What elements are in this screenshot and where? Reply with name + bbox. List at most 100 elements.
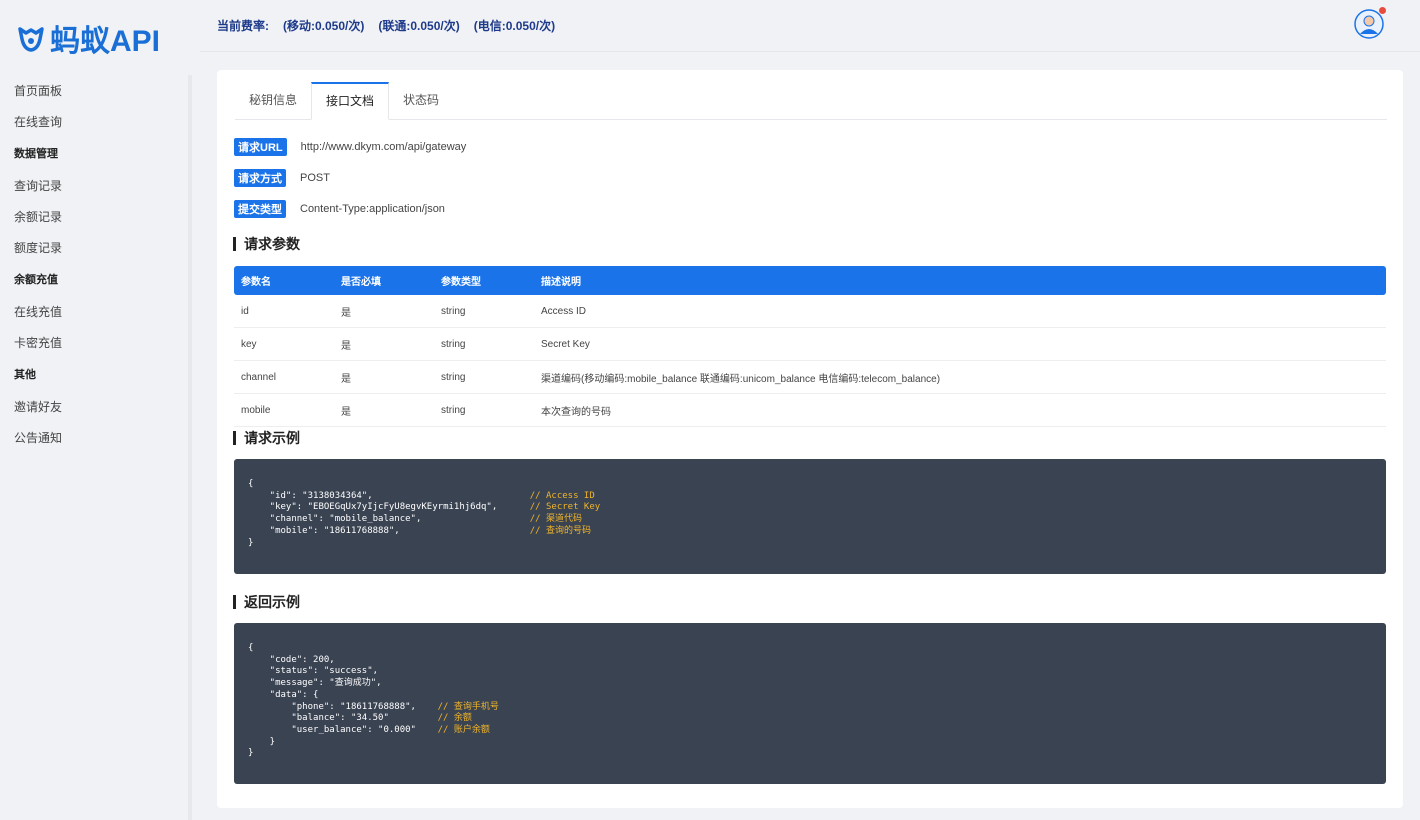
col-description: 描述说明 — [534, 266, 1386, 295]
code-text: "message": "查询成功", — [248, 678, 382, 689]
code-line: } — [248, 737, 1372, 749]
code-line: { — [248, 643, 1372, 655]
request-method-value: POST — [300, 172, 330, 184]
code-comment: // 查询的号码 — [529, 525, 592, 536]
sidebar-item-balance-records[interactable]: 余额记录 — [0, 202, 188, 233]
logo-icon — [18, 26, 44, 52]
code-text: { — [248, 643, 254, 653]
sidebar-item-quota-records[interactable]: 额度记录 — [0, 233, 188, 264]
logo-text: 蚂蚁API — [50, 24, 161, 58]
code-line: "key": "EBOEGqUx7yIjcFyU8egvKEyrmi1hj6dq… — [248, 502, 1372, 514]
param-name: mobile — [234, 393, 334, 427]
param-required: 是 — [334, 327, 434, 361]
param-required: 是 — [334, 295, 434, 328]
param-name: key — [234, 327, 334, 361]
code-line: "user_balance": "0.000" // 账户余额 — [248, 725, 1372, 737]
code-line: "mobile": "18611768888", // 查询的号码 — [248, 526, 1372, 538]
user-avatar[interactable] — [1354, 7, 1386, 39]
param-required: 是 — [334, 360, 434, 394]
rate-telecom: (电信:0.050/次) — [473, 19, 556, 33]
param-description: 本次查询的号码 — [534, 393, 1386, 427]
table-row: key 是 string Secret Key — [234, 327, 1386, 361]
code-text: { — [248, 479, 254, 489]
code-line: "code": 200, — [248, 655, 1372, 667]
code-line: "phone": "18611768888", // 查询手机号 — [248, 702, 1372, 714]
tab-key-info[interactable]: 秘钥信息 — [235, 82, 311, 119]
param-name: id — [234, 295, 334, 328]
params-header-row: 参数名 是否必填 参数类型 描述说明 — [234, 266, 1386, 295]
code-comment: // Access ID — [529, 490, 595, 501]
col-type: 参数类型 — [434, 266, 534, 295]
sidebar-item-card-recharge[interactable]: 卡密充值 — [0, 328, 188, 359]
sidebar-group-recharge: 余额充值 — [14, 274, 58, 286]
code-line: "status": "success", — [248, 666, 1372, 678]
code-text: "code": 200, — [248, 654, 335, 665]
content-type-badge: 提交类型 — [234, 200, 286, 218]
sidebar-item-online-recharge[interactable]: 在线充值 — [0, 297, 188, 328]
col-param-name: 参数名 — [234, 266, 334, 295]
code-text: "key": "EBOEGqUx7yIjcFyU8egvKEyrmi1hj6dq… — [248, 502, 498, 513]
app-logo[interactable]: 蚂蚁API — [0, 0, 200, 75]
sidebar-item-notice[interactable]: 公告通知 — [0, 423, 188, 454]
main-card: 秘钥信息 接口文档 状态码 请求URL http://www.dkym.com/… — [217, 70, 1403, 808]
request-method-badge: 请求方式 — [234, 169, 286, 187]
sidebar-item-dashboard[interactable]: 首页面板 — [0, 76, 188, 107]
rate-label: 当前费率: — [217, 19, 269, 33]
param-type: string — [434, 327, 534, 361]
request-url-value: http://www.dkym.com/api/gateway — [300, 141, 467, 153]
content-type-value: Content-Type:application/json — [300, 203, 445, 215]
tab-bar: 秘钥信息 接口文档 状态码 — [235, 82, 1387, 120]
col-required: 是否必填 — [334, 266, 434, 295]
rate-unicom: (联通:0.050/次) — [378, 19, 460, 33]
param-name: channel — [234, 360, 334, 394]
param-type: string — [434, 360, 534, 394]
code-text: "phone": "18611768888", — [248, 701, 416, 712]
rate-bar: 当前费率: (移动:0.050/次) (联通:0.050/次) (电信:0.05… — [200, 0, 1420, 52]
sidebar-item-query-records[interactable]: 查询记录 — [0, 171, 188, 202]
code-line: "balance": "34.50" // 余额 — [248, 713, 1372, 725]
code-comment: // 查询手机号 — [437, 701, 499, 712]
code-line: "message": "查询成功", — [248, 678, 1372, 690]
request-example-heading: 请求示例 — [233, 431, 300, 445]
sidebar-item-invite[interactable]: 邀请好友 — [0, 392, 188, 423]
code-text: "data": { — [248, 689, 319, 700]
code-text: } — [248, 537, 254, 548]
response-example-code: { "code": 200, "status": "success", "mes… — [234, 623, 1386, 784]
notification-dot — [1379, 7, 1386, 14]
param-required: 是 — [334, 393, 434, 427]
table-row: channel 是 string 渠道编码(移动编码:mobile_balanc… — [234, 360, 1386, 394]
param-type: string — [434, 295, 534, 328]
params-heading: 请求参数 — [233, 237, 300, 251]
tab-status-codes[interactable]: 状态码 — [389, 82, 453, 119]
param-description: 渠道编码(移动编码:mobile_balance 联通编码:unicom_bal… — [534, 360, 1386, 394]
code-line: } — [248, 538, 1372, 550]
sidebar-group-other: 其他 — [14, 369, 36, 381]
code-text: "channel": "mobile_balance", — [248, 514, 422, 525]
sidebar-group-data: 数据管理 — [14, 148, 58, 160]
params-table: 参数名 是否必填 参数类型 描述说明 id 是 string Access ID… — [234, 266, 1386, 427]
code-line: } — [248, 748, 1372, 760]
code-text: } — [248, 748, 254, 759]
code-line: { — [248, 479, 1372, 491]
code-text: "balance": "34.50" — [248, 713, 389, 724]
code-line: "data": { — [248, 690, 1372, 702]
code-text: } — [248, 736, 276, 747]
content-type-row: 提交类型 Content-Type:application/json — [234, 200, 445, 218]
code-comment: // 渠道代码 — [529, 514, 583, 525]
code-text: "mobile": "18611768888", — [248, 525, 400, 536]
response-example-heading: 返回示例 — [233, 595, 300, 609]
code-line: "channel": "mobile_balance", // 渠道代码 — [248, 514, 1372, 526]
param-type: string — [434, 393, 534, 427]
sidebar-item-online-query[interactable]: 在线查询 — [0, 107, 188, 138]
request-example-code: { "id": "3138034364", // Access ID "key":… — [234, 459, 1386, 574]
user-icon — [1354, 9, 1384, 39]
table-row: id 是 string Access ID — [234, 295, 1386, 328]
request-url-badge: 请求URL — [234, 138, 287, 156]
request-method-row: 请求方式 POST — [234, 169, 330, 187]
code-line: "id": "3138034364", // Access ID — [248, 491, 1372, 503]
code-comment: // 余额 — [437, 713, 472, 724]
tab-api-docs[interactable]: 接口文档 — [311, 82, 390, 120]
rate-mobile: (移动:0.050/次) — [283, 19, 365, 33]
param-description: Access ID — [534, 295, 1386, 328]
param-description: Secret Key — [534, 327, 1386, 361]
